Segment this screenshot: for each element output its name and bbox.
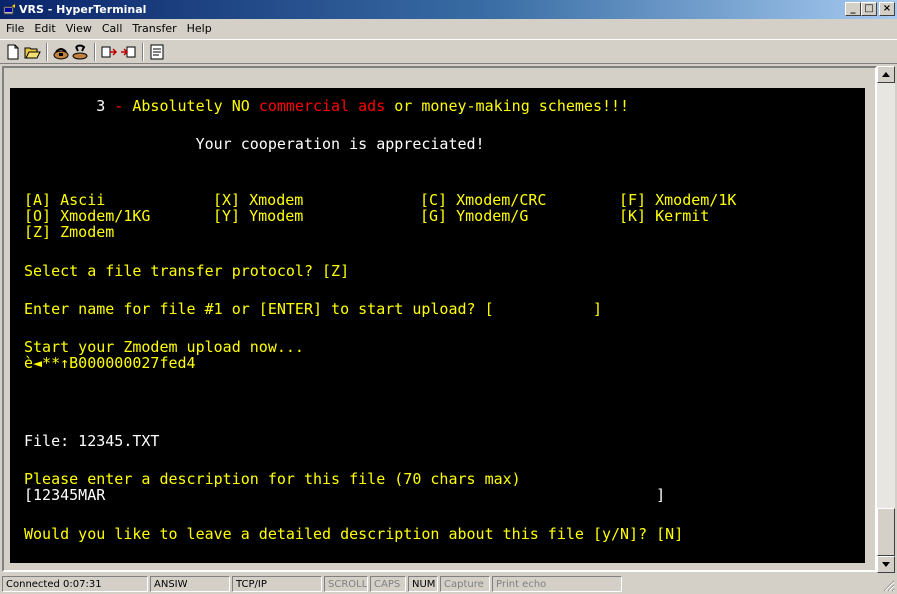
terminal-screen[interactable]: 3 - Absolutely NO commercial ads or mone… [10,88,865,563]
rule-text-b: commercial ads [258,97,386,115]
toolbar-separator [94,43,96,61]
cooperation-line: Your cooperation is appreciated! [195,135,485,153]
menu-file[interactable]: File [0,19,29,38]
rules-line: 3 - Absolutely NO commercial ads or mone… [24,97,629,115]
protocol-ymodem-g: [G] Ymodem/G [420,207,529,225]
receive-icon[interactable] [119,43,137,61]
status-transport: TCP/IP [232,576,322,592]
scroll-thumb[interactable] [877,508,895,556]
protocol-kermit: [K] Kermit [619,207,710,225]
menu-bar: File Edit View Call Transfer Help [0,19,897,38]
protocol-zmodem: [Z] Zmodem [24,223,115,241]
status-num: NUM [408,576,438,592]
rule-number: 3 [96,97,106,115]
disconnect-icon[interactable] [71,43,89,61]
connect-icon[interactable] [52,43,70,61]
protocol-row-3: [Z] Zmodem [24,223,114,241]
file-line: File: 12345.TXT [24,432,160,450]
status-print-echo: Print echo [492,576,622,592]
open-icon[interactable] [23,43,41,61]
menu-edit[interactable]: Edit [29,19,60,38]
protocol-ymodem: [Y] Ymodem [213,207,304,225]
arrow-down-icon [882,562,890,567]
status-caps: CAPS [370,576,406,592]
toolbar-separator [142,43,144,61]
status-bar: Connected 0:07:31 ANSIW TCP/IP SCROLL CA… [0,574,897,594]
resize-grip-icon[interactable] [883,580,895,592]
rule-text-a: Absolutely NO [132,97,250,115]
rule-text-c: or money-making schemes!!! [394,97,630,115]
title-bar[interactable]: VRS - HyperTerminal _ □ × [0,0,897,19]
status-emulation: ANSIW [150,576,230,592]
rule-dash: - [114,97,124,115]
menu-call[interactable]: Call [97,19,128,38]
status-scroll: SCROLL [324,576,368,592]
new-icon[interactable] [4,43,22,61]
scroll-up-button[interactable] [877,66,895,83]
send-icon[interactable] [100,43,118,61]
zmodem-init-line: è◄**↑B000000027fed4 [24,354,196,372]
toolbar-separator [46,43,48,61]
minimize-button[interactable]: _ [845,2,861,16]
close-button[interactable]: × [879,2,895,16]
menu-transfer[interactable]: Transfer [127,19,181,38]
select-protocol-prompt: Select a file transfer protocol? [Z] [24,262,350,280]
window-title: VRS - HyperTerminal [19,3,147,16]
menu-help[interactable]: Help [182,19,217,38]
toolbar [0,39,897,64]
arrow-up-icon [882,72,890,77]
vertical-scrollbar[interactable] [877,66,895,573]
filename-prompt: Enter name for file #1 or [ENTER] to sta… [24,300,602,318]
description-value: [12345MAR ] [24,486,666,504]
status-capture: Capture [440,576,490,592]
menu-view[interactable]: View [61,19,97,38]
hyperterminal-icon [3,4,15,15]
status-connected: Connected 0:07:31 [2,576,148,592]
scroll-down-button[interactable] [877,556,895,573]
maximize-button[interactable]: □ [861,2,877,16]
properties-icon[interactable] [148,43,166,61]
detailed-description-prompt: Would you like to leave a detailed descr… [24,525,684,543]
